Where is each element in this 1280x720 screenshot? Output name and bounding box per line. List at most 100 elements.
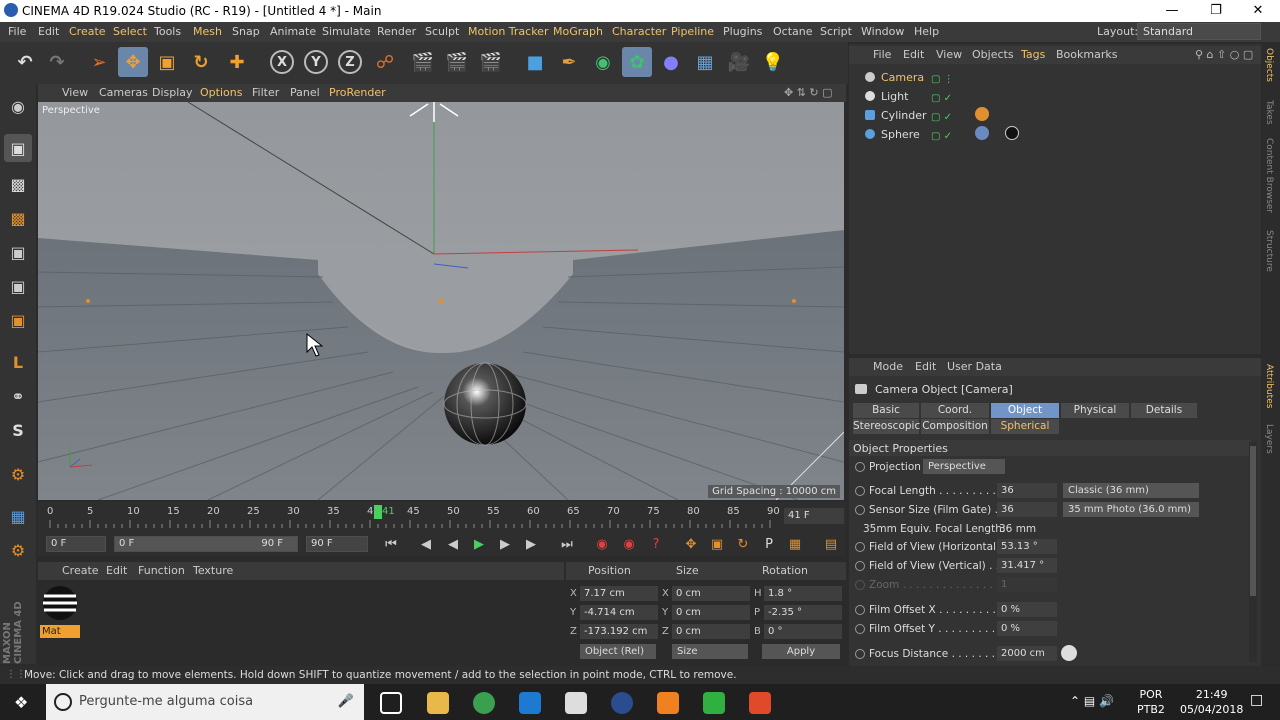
- menu-pipeline[interactable]: Pipeline: [671, 25, 714, 38]
- viewport-menu-panel[interactable]: Panel: [290, 86, 320, 99]
- end-frame-field[interactable]: 90 F: [306, 536, 368, 552]
- z-axis-lock-icon[interactable]: Z: [338, 50, 362, 74]
- grid-workplane-icon[interactable]: ▦: [4, 502, 32, 530]
- sphere-phong-tag-icon[interactable]: [975, 126, 989, 140]
- menu-character[interactable]: Character: [612, 25, 666, 38]
- focus-pick-icon[interactable]: [1061, 645, 1077, 661]
- microphone-icon[interactable]: 🎤: [338, 684, 354, 720]
- menu-create[interactable]: Create: [69, 25, 106, 38]
- sensor-preset-select[interactable]: 35 mm Photo (36.0 mm): [1063, 502, 1199, 517]
- move-tool-icon[interactable]: ✥: [118, 47, 148, 77]
- size-z-field[interactable]: 0 cm: [672, 624, 750, 639]
- record-parameter-icon[interactable]: P: [758, 534, 780, 554]
- axis-mode-icon[interactable]: L: [4, 348, 32, 376]
- preview-range-slider[interactable]: 0 F 90 F: [114, 536, 298, 552]
- material-menu-function[interactable]: Function: [138, 564, 185, 577]
- size-x-field[interactable]: 0 cm: [672, 586, 750, 601]
- fov-vertical-field[interactable]: 31.417 °: [997, 558, 1057, 573]
- film-offset-x-radio[interactable]: [855, 605, 865, 615]
- store-icon[interactable]: [565, 692, 587, 714]
- tab-object[interactable]: Object: [991, 403, 1059, 418]
- film-offset-x-field[interactable]: 0 %: [997, 602, 1057, 617]
- go-to-start-icon[interactable]: ⏮: [380, 534, 402, 554]
- file-explorer-icon[interactable]: [427, 692, 449, 714]
- system-tray-icons[interactable]: ⌃ ▤ 🔊: [1070, 694, 1114, 708]
- timeline-ruler[interactable]: 051015202530354045505560657075808590 41 …: [38, 502, 846, 532]
- action-center-icon[interactable]: □: [1250, 692, 1263, 708]
- go-to-end-icon[interactable]: ⏭: [556, 534, 578, 554]
- object-item-cylinder[interactable]: Cylinder: [865, 107, 927, 125]
- record-position-icon[interactable]: ✥: [680, 534, 702, 554]
- edit-render-settings-icon[interactable]: 🎬: [476, 47, 506, 77]
- layout-select[interactable]: Standard: [1137, 23, 1261, 40]
- make-editable-icon[interactable]: ◉: [4, 92, 32, 120]
- scale-tool-icon[interactable]: ▣: [152, 47, 182, 77]
- tab-spherical[interactable]: Spherical: [991, 419, 1059, 434]
- next-key-icon[interactable]: ▶: [520, 534, 542, 554]
- next-frame-icon[interactable]: ▶: [494, 534, 516, 554]
- edges-mode-icon[interactable]: ▣: [4, 272, 32, 300]
- menu-select[interactable]: Select: [113, 25, 147, 38]
- vertical-tab-content-browser[interactable]: Content Browser: [1264, 138, 1274, 213]
- menu-simulate[interactable]: Simulate: [322, 25, 371, 38]
- tab-basic[interactable]: Basic: [853, 403, 919, 418]
- object-menu-file[interactable]: File: [873, 48, 891, 61]
- tab-stereoscopic[interactable]: Stereoscopic: [853, 419, 920, 434]
- sphere-object[interactable]: [444, 363, 526, 445]
- coordinate-system-icon[interactable]: ☍: [370, 47, 400, 77]
- rotation-h-field[interactable]: 1.8 °: [764, 586, 842, 601]
- points-mode-icon[interactable]: ▣: [4, 238, 32, 266]
- input-language-indicator[interactable]: POR PTB2: [1137, 687, 1165, 717]
- object-item-light[interactable]: Light: [865, 88, 908, 106]
- object-menu-edit[interactable]: Edit: [903, 48, 924, 61]
- start-frame-field[interactable]: 0 F: [46, 536, 106, 552]
- menu-render[interactable]: Render: [377, 25, 416, 38]
- cortana-search-box[interactable]: Pergunte-me alguma coisa 🎤: [46, 684, 364, 720]
- close-button[interactable]: ✕: [1236, 0, 1280, 22]
- coordinate-mode-select[interactable]: Object (Rel): [580, 644, 656, 659]
- previous-frame-icon[interactable]: ◀: [442, 534, 464, 554]
- material-menu-texture[interactable]: Texture: [193, 564, 233, 577]
- perspective-viewport[interactable]: Perspective Grid Spacing : 10000 cm: [38, 102, 844, 500]
- menu-mesh[interactable]: Mesh: [193, 25, 222, 38]
- render-picture-viewer-icon[interactable]: 🎬: [442, 47, 472, 77]
- focal-preset-select[interactable]: Classic (36 mm): [1063, 483, 1199, 498]
- tab-coord[interactable]: Coord.: [921, 403, 989, 418]
- keyframe-selection-icon[interactable]: ?: [645, 534, 667, 554]
- handle-point-center[interactable]: [438, 298, 444, 304]
- workplane-lock-icon[interactable]: ⚙: [4, 460, 32, 488]
- record-scale-icon[interactable]: ▣: [706, 534, 728, 554]
- attribute-menu-mode[interactable]: Mode: [873, 360, 903, 373]
- vertical-tab-layers[interactable]: Layers: [1264, 424, 1274, 454]
- workplane-mode-icon[interactable]: ▩: [4, 204, 32, 232]
- projection-radio[interactable]: [855, 462, 865, 472]
- y-axis-lock-icon[interactable]: Y: [304, 50, 328, 74]
- render-view-icon[interactable]: 🎬: [408, 47, 438, 77]
- task-view-icon[interactable]: [380, 692, 402, 714]
- attribute-scrollbar[interactable]: [1249, 442, 1257, 662]
- menu-mograph[interactable]: MoGraph: [553, 25, 603, 38]
- menu-sculpt[interactable]: Sculpt: [425, 25, 459, 38]
- fov-horizontal-radio[interactable]: [855, 542, 865, 552]
- redo-icon[interactable]: ↷: [42, 47, 72, 77]
- taskbar-clock[interactable]: 21:49 05/04/2018: [1180, 687, 1243, 717]
- menu-octane[interactable]: Octane: [773, 25, 813, 38]
- timeline-window-icon[interactable]: ▤: [820, 534, 842, 554]
- viewport-menu-prorender[interactable]: ProRender: [329, 86, 386, 99]
- position-z-field[interactable]: -173.192 cm: [580, 624, 658, 639]
- current-frame-readout[interactable]: 41 F: [784, 508, 844, 524]
- menu-window[interactable]: Window: [861, 25, 904, 38]
- object-visibility-column[interactable]: ▢ ⋮ ▢ ✓ ▢ ✓ ▢ ✓: [931, 70, 965, 146]
- tweak-mode-icon[interactable]: ⚭: [4, 382, 32, 410]
- film-offset-y-radio[interactable]: [855, 624, 865, 634]
- material-swatch[interactable]: Mat: [40, 584, 80, 638]
- menu-help[interactable]: Help: [914, 25, 939, 38]
- menu-plugins[interactable]: Plugins: [723, 25, 762, 38]
- light-object-icon[interactable]: 💡: [758, 47, 788, 77]
- attribute-menu-edit[interactable]: Edit: [915, 360, 936, 373]
- play-forward-icon[interactable]: ▶: [468, 534, 490, 554]
- material-menu-create[interactable]: Create: [62, 564, 99, 577]
- object-manager-tools-icons[interactable]: ⚲ ⌂ ⇧ ○ ▢: [1195, 48, 1253, 61]
- object-item-camera[interactable]: Camera: [865, 69, 924, 87]
- focus-distance-field[interactable]: 2000 cm: [997, 646, 1057, 661]
